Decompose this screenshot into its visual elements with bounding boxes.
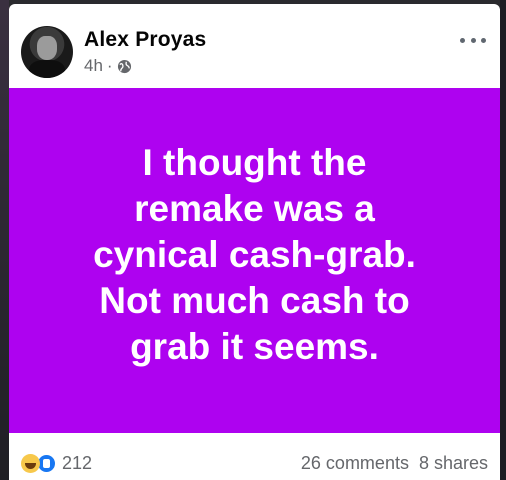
post-timestamp[interactable]: 4h — [84, 56, 103, 76]
more-dot — [481, 37, 486, 43]
post-header: Alex Proyas 4h · — [9, 4, 500, 88]
more-dot — [460, 37, 465, 43]
background-right — [500, 0, 506, 480]
post-card: Alex Proyas 4h · I thought the remake wa… — [9, 4, 500, 480]
more-options-icon[interactable] — [460, 30, 486, 50]
post-text: I thought the remake was a cynical cash-… — [45, 140, 465, 370]
reactions-summary[interactable]: 212 — [21, 453, 92, 474]
post-footer: 212 26 comments 8 shares — [9, 433, 500, 480]
meta-separator: · — [106, 56, 113, 75]
post-text-line: grab it seems. — [130, 325, 379, 367]
post-meta: 4h · — [84, 56, 132, 76]
post-text-background: I thought the remake was a cynical cash-… — [9, 88, 500, 433]
reaction-count: 212 — [62, 453, 93, 473]
post-text-line: cynical cash-grab. — [93, 233, 416, 275]
background-left — [0, 0, 9, 480]
shares-count[interactable]: 8 shares — [419, 453, 488, 474]
author-name[interactable]: Alex Proyas — [84, 28, 206, 52]
haha-reaction-icon — [21, 454, 40, 473]
post-text-line: Not much cash to — [99, 279, 410, 321]
post-text-line: remake was a — [134, 187, 375, 229]
more-dot — [470, 37, 476, 43]
author-avatar[interactable] — [21, 26, 73, 78]
post-text-line: I thought the — [142, 141, 367, 183]
avatar-face — [37, 36, 57, 60]
post-stats: 26 comments 8 shares — [301, 453, 488, 474]
comments-count[interactable]: 26 comments — [301, 453, 409, 474]
avatar-body — [29, 60, 65, 78]
globe-icon[interactable] — [117, 59, 132, 74]
